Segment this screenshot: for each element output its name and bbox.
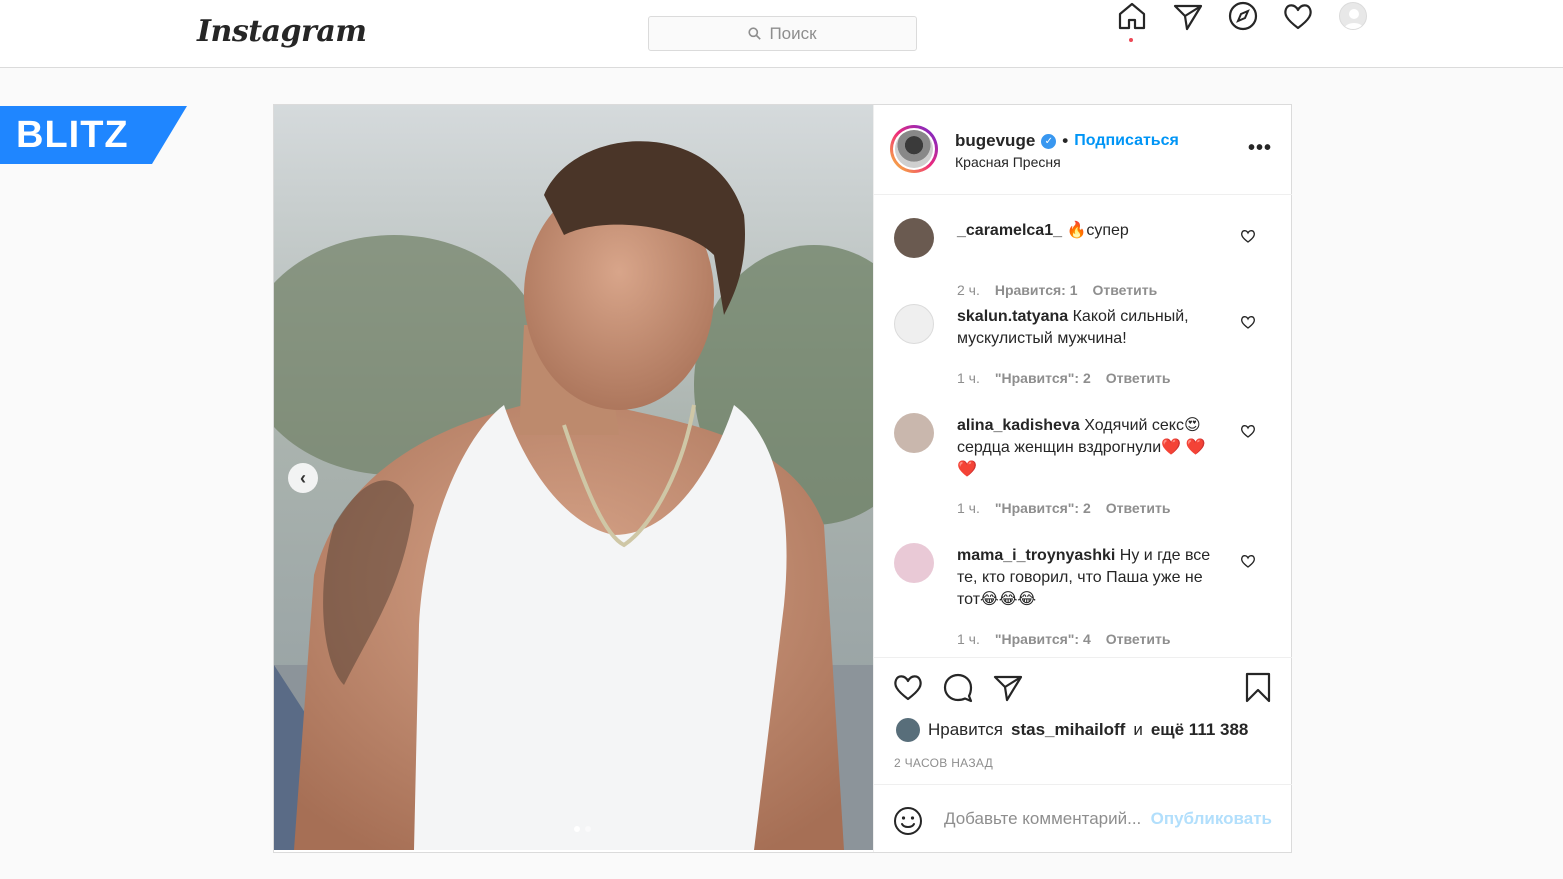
comment-like-heart-icon[interactable] bbox=[1240, 314, 1256, 330]
comment-text: mama_i_troynyashki Ну и где все те, кто … bbox=[957, 545, 1227, 611]
notification-dot bbox=[1129, 38, 1133, 42]
top-nav: Instagram Поиск bbox=[0, 0, 1563, 68]
author-row: bugevuge ✓ • Подписаться bbox=[955, 131, 1179, 151]
comment-meta: 1 ч. "Нравится": 2 Ответить bbox=[957, 500, 1170, 516]
bookmark-icon[interactable] bbox=[1242, 671, 1274, 703]
reply-button[interactable]: Ответить bbox=[1093, 282, 1158, 298]
direct-icon[interactable] bbox=[1172, 0, 1204, 32]
add-comment-input[interactable]: Добавьте комментарий... bbox=[944, 809, 1141, 829]
comment-avatar[interactable] bbox=[894, 543, 934, 583]
more-options-icon[interactable]: ••• bbox=[1248, 137, 1272, 160]
profile-avatar[interactable] bbox=[1339, 2, 1367, 30]
separator-dot: • bbox=[1062, 131, 1069, 150]
comment-bubble-icon[interactable] bbox=[942, 671, 974, 703]
author-username[interactable]: bugevuge bbox=[955, 131, 1035, 151]
like-heart-icon[interactable] bbox=[892, 671, 924, 703]
reply-button[interactable]: Ответить bbox=[1106, 631, 1171, 647]
post-time[interactable]: 2 часов назад bbox=[894, 756, 993, 770]
likes-count[interactable]: ещё 111 388 bbox=[1151, 720, 1249, 740]
verified-badge-icon: ✓ bbox=[1041, 133, 1057, 149]
search-placeholder: Поиск bbox=[769, 23, 817, 43]
comment-avatar[interactable] bbox=[894, 304, 934, 344]
publish-button[interactable]: Опубликовать bbox=[1151, 809, 1272, 829]
reply-button[interactable]: Ответить bbox=[1106, 500, 1171, 516]
author-avatar[interactable] bbox=[890, 125, 938, 173]
comment-time: 1 ч. bbox=[957, 370, 980, 386]
carousel-dot bbox=[585, 826, 591, 832]
comment-likes[interactable]: "Нравится": 4 bbox=[995, 631, 1091, 647]
likes-and: и bbox=[1133, 720, 1143, 739]
post-card: ‹ bugevuge ✓ • Подписаться Красная Пресн… bbox=[273, 104, 1292, 853]
add-comment-row: Добавьте комментарий... Опубликовать bbox=[874, 784, 1292, 853]
follow-button[interactable]: Подписаться bbox=[1074, 132, 1179, 150]
reply-button[interactable]: Ответить bbox=[1106, 370, 1171, 386]
comment-avatar[interactable] bbox=[894, 413, 934, 453]
comment-username[interactable]: mama_i_troynyashki bbox=[957, 547, 1115, 564]
home-icon[interactable] bbox=[1116, 0, 1148, 42]
share-direct-icon[interactable] bbox=[992, 671, 1024, 703]
comment-likes[interactable]: "Нравится": 2 bbox=[995, 370, 1091, 386]
comment-time: 2 ч. bbox=[957, 282, 980, 298]
comment-like-heart-icon[interactable] bbox=[1240, 228, 1256, 244]
post-sidebar: bugevuge ✓ • Подписаться Красная Пресня … bbox=[873, 105, 1292, 852]
comment-likes[interactable]: "Нравится": 2 bbox=[995, 500, 1091, 516]
comment-text: _caramelca1_ 🔥супер bbox=[957, 220, 1227, 242]
post-location[interactable]: Красная Пресня bbox=[955, 154, 1061, 170]
comment-time: 1 ч. bbox=[957, 631, 980, 647]
explore-icon[interactable] bbox=[1227, 0, 1259, 32]
carousel-dot bbox=[574, 826, 580, 832]
comment-likes[interactable]: Нравится: 1 bbox=[995, 282, 1078, 298]
comments-list: _caramelca1_ 🔥супер 2 ч. Нравится: 1 Отв… bbox=[874, 196, 1292, 656]
comment-like-heart-icon[interactable] bbox=[1240, 553, 1256, 569]
comment-meta: 2 ч. Нравится: 1 Ответить bbox=[957, 282, 1157, 298]
comment-username[interactable]: skalun.tatyana bbox=[957, 308, 1068, 325]
blitz-badge-text: BLITZ bbox=[16, 114, 129, 156]
post-photo-image bbox=[274, 105, 873, 850]
activity-heart-icon[interactable] bbox=[1282, 0, 1314, 32]
search-input[interactable]: Поиск bbox=[648, 16, 917, 51]
emoji-icon[interactable] bbox=[892, 805, 924, 837]
liker-username[interactable]: stas_mihailoff bbox=[1011, 720, 1125, 740]
liker-avatar[interactable] bbox=[896, 718, 920, 742]
likes-row: Нравится stas_mihailoff и ещё 111 388 bbox=[896, 718, 1248, 742]
carousel-dots bbox=[574, 826, 591, 832]
previous-photo-button[interactable]: ‹ bbox=[288, 463, 318, 493]
comment-text: alina_kadisheva Ходячий секс😍 сердца жен… bbox=[957, 415, 1227, 481]
search-icon bbox=[748, 27, 762, 40]
comment-meta: 1 ч. "Нравится": 2 Ответить bbox=[957, 370, 1170, 386]
comment-time: 1 ч. bbox=[957, 500, 980, 516]
comment-username[interactable]: alina_kadisheva bbox=[957, 417, 1080, 434]
post-actions: Нравится stas_mihailoff и ещё 111 388 2 … bbox=[874, 657, 1292, 852]
post-header: bugevuge ✓ • Подписаться Красная Пресня … bbox=[874, 105, 1292, 195]
post-photo[interactable]: ‹ bbox=[274, 105, 873, 850]
comment-meta: 1 ч. "Нравится": 4 Ответить bbox=[957, 631, 1170, 647]
comment-text: skalun.tatyana Какой сильный, мускулисты… bbox=[957, 306, 1227, 350]
comment-avatar[interactable] bbox=[894, 218, 934, 258]
instagram-logo[interactable]: Instagram bbox=[197, 14, 367, 49]
comment-body: 🔥супер bbox=[1066, 222, 1129, 239]
likes-prefix: Нравится bbox=[928, 720, 1004, 739]
comment-username[interactable]: _caramelca1_ bbox=[957, 222, 1062, 239]
comment-like-heart-icon[interactable] bbox=[1240, 423, 1256, 439]
